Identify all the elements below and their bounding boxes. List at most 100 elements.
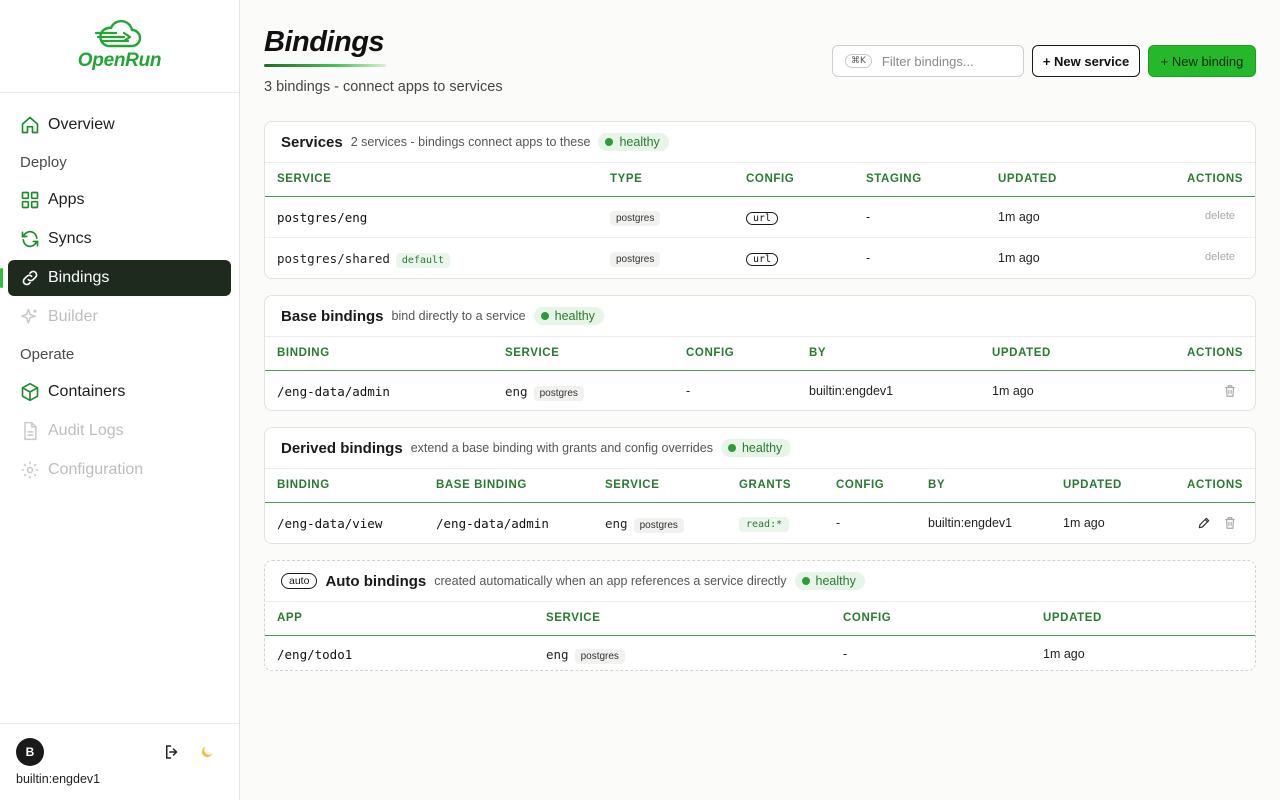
grant-pill: read:* — [739, 517, 790, 532]
service-name[interactable]: postgres/shared — [277, 251, 390, 266]
sidebar-item-syncs[interactable]: Syncs — [8, 221, 231, 257]
column-header: BASE BINDING — [436, 479, 527, 491]
sidebar-item-label: Builder — [48, 308, 98, 325]
updated-value: 1m ago — [998, 251, 1040, 265]
updated-value: 1m ago — [1063, 516, 1105, 530]
status-dot-icon — [727, 444, 736, 452]
new-service-button[interactable]: + New service — [1032, 45, 1140, 77]
config-pill[interactable]: url — [746, 212, 779, 225]
status-badge: healthy — [533, 307, 604, 325]
gear-icon — [21, 461, 39, 479]
by-value: builtin:engdev1 — [809, 384, 894, 398]
column-header: UPDATED — [1063, 479, 1122, 491]
table-row[interactable]: /eng-data/view /eng-data/admin eng postgr… — [265, 503, 1255, 543]
sparkle-icon — [20, 308, 37, 324]
trash-icon[interactable] — [1223, 384, 1237, 398]
type-tag: postgres — [533, 386, 584, 401]
card-title: Derived bindings — [281, 439, 403, 457]
status-dot-icon — [540, 312, 549, 320]
config-value: - — [686, 384, 691, 398]
brand-logo[interactable]: OpenRun — [0, 0, 239, 93]
base-binding-ref[interactable]: /eng-data/admin — [436, 516, 549, 531]
edit-icon[interactable] — [1197, 516, 1211, 530]
service-ref: eng — [605, 516, 628, 531]
column-header: CONFIG — [686, 347, 735, 359]
column-header: GRANTS — [739, 479, 792, 491]
column-header: APP — [277, 612, 303, 624]
card-title: Services — [281, 133, 343, 151]
card-description: 2 services - bindings connect apps to th… — [350, 135, 591, 149]
avatar[interactable]: B — [16, 738, 44, 766]
status-badge: healthy — [794, 572, 865, 590]
binding-name[interactable]: /eng-data/admin — [277, 384, 390, 399]
trash-icon[interactable] — [1223, 516, 1237, 530]
delete-button[interactable]: delete — [1205, 210, 1235, 222]
sidebar-item-audit-logs: Audit Logs — [8, 413, 231, 449]
main-content: Bindings 3 bindings - connect apps to se… — [240, 0, 1280, 800]
sidebar-item-label: Overview — [48, 116, 115, 133]
status-dot-icon — [605, 138, 614, 146]
sidebar-item-overview[interactable]: Overview — [8, 107, 231, 143]
sidebar-footer: B builtin:engdev1 — [0, 723, 239, 800]
moon-icon[interactable] — [199, 744, 215, 760]
app-name[interactable]: /eng/todo1 — [277, 647, 352, 662]
cloud-logo-icon — [94, 20, 141, 48]
link-icon — [22, 270, 38, 286]
sidebar-item-label: Audit Logs — [48, 422, 124, 439]
column-header: SERVICE — [605, 479, 660, 491]
column-header: ACTIONS — [1187, 173, 1243, 185]
title-underline — [264, 64, 386, 67]
sidebar-nav: Overview Deploy Apps Syncs Bindings Buil… — [0, 93, 239, 488]
status-badge: healthy — [598, 133, 669, 151]
sidebar-item-label: Bindings — [48, 269, 110, 286]
default-tag: default — [395, 253, 451, 268]
type-tag: postgres — [610, 211, 661, 226]
config-pill[interactable]: url — [746, 253, 779, 266]
new-binding-button[interactable]: + New binding — [1148, 45, 1256, 77]
column-header: ACTIONS — [1187, 347, 1243, 359]
cube-icon — [21, 382, 39, 402]
card-title: Auto bindings — [325, 572, 427, 590]
binding-name[interactable]: /eng-data/view — [277, 516, 382, 531]
delete-button[interactable]: delete — [1205, 251, 1235, 263]
updated-value: 1m ago — [992, 384, 1034, 398]
shortcut-hint: ⌘K — [845, 54, 872, 68]
sidebar-item-bindings[interactable]: Bindings — [0, 260, 231, 296]
brand-name: OpenRun — [77, 50, 162, 71]
column-header: CONFIG — [843, 612, 892, 624]
table-row[interactable]: postgres/shared default postgres url - 1m… — [265, 238, 1255, 278]
service-ref: eng — [505, 384, 528, 399]
staging-value: - — [866, 210, 871, 224]
table-row[interactable]: /eng/todo1 eng postgres - 1m ago — [265, 636, 1255, 670]
column-header: TYPE — [610, 173, 643, 185]
card-description: bind directly to a service — [391, 309, 526, 323]
service-ref: eng — [546, 647, 569, 662]
table-row[interactable]: postgres/eng postgres url - 1m ago delet… — [265, 197, 1255, 238]
by-value: builtin:engdev1 — [928, 516, 1013, 530]
table-row[interactable]: /eng-data/admin eng postgres - builtin:en… — [265, 371, 1255, 410]
column-header: CONFIG — [836, 479, 885, 491]
sidebar-section-operate: Operate — [20, 345, 75, 363]
search-input[interactable]: ⌘K Filter bindings... — [832, 45, 1024, 77]
derived-bindings-card: Derived bindings extend a base binding w… — [264, 427, 1256, 544]
logout-icon[interactable] — [163, 743, 181, 761]
sidebar-item-containers[interactable]: Containers — [8, 374, 231, 410]
search-placeholder: Filter bindings... — [881, 53, 974, 69]
table-header: SERVICE TYPE CONFIG STAGING UPDATED ACTI… — [265, 163, 1255, 197]
sidebar-item-label: Configuration — [48, 461, 144, 478]
table-header: BINDING SERVICE CONFIG BY UPDATED ACTION… — [265, 337, 1255, 371]
sidebar-item-label: Containers — [48, 383, 126, 400]
file-icon — [24, 421, 37, 441]
sidebar-item-configuration: Configuration — [8, 452, 231, 488]
type-tag: postgres — [574, 649, 625, 664]
service-name[interactable]: postgres/eng — [277, 210, 367, 225]
type-tag: postgres — [633, 518, 684, 533]
sidebar-item-apps[interactable]: Apps — [8, 182, 231, 218]
type-tag: postgres — [610, 252, 661, 267]
sidebar-item-label: Apps — [48, 191, 85, 208]
config-value: - — [843, 647, 848, 661]
column-header: SERVICE — [505, 347, 560, 359]
card-description: extend a base binding with grants and co… — [410, 441, 713, 455]
card-title: Base bindings — [281, 307, 384, 325]
base-bindings-card: Base bindings bind directly to a service… — [264, 295, 1256, 411]
